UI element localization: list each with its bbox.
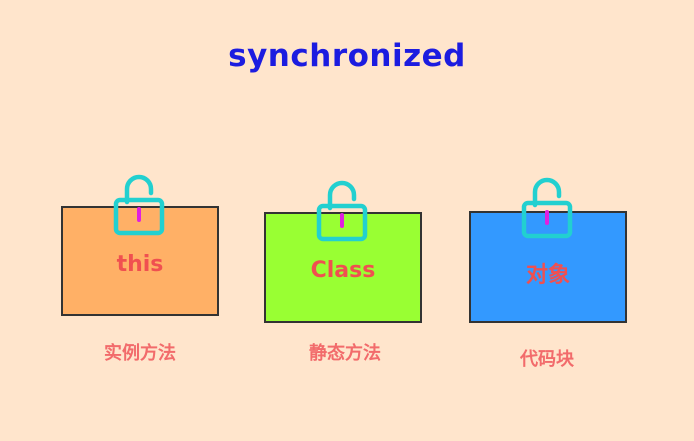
object-box-label: 对象 (525, 263, 570, 288)
class-caption: 静态方法 (309, 343, 381, 364)
unlocked-padlock-icon (521, 177, 573, 239)
object-caption: 代码块 (520, 349, 574, 370)
this-caption: 实例方法 (104, 343, 176, 364)
unlocked-padlock-icon (113, 174, 165, 236)
class-box-label: Class (310, 258, 376, 283)
this-box-label: this (116, 252, 164, 277)
diagram-title: synchronized (228, 38, 466, 74)
unlocked-padlock-icon (316, 180, 368, 242)
diagram-canvas: synchronized this 实例方法 Class 静态方法 对象 代码块 (0, 0, 694, 441)
